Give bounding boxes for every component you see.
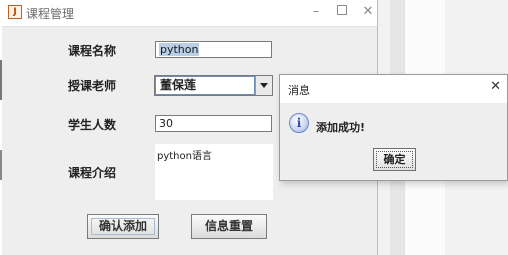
teacher-select[interactable]: 董保莲 bbox=[154, 75, 273, 96]
course-name-label: 课程名称 bbox=[68, 44, 117, 58]
reset-button[interactable]: 信息重置 bbox=[191, 214, 267, 239]
student-count-input[interactable]: 30 bbox=[155, 115, 272, 132]
close-button[interactable]: ✕ bbox=[356, 2, 380, 22]
confirm-add-label: 确认添加 bbox=[98, 219, 147, 233]
dialog-message: 添加成功! bbox=[316, 121, 366, 134]
student-count-value: 30 bbox=[159, 117, 173, 130]
minimize-button[interactable]: – bbox=[304, 2, 328, 22]
dialog-close-icon[interactable]: ✕ bbox=[490, 79, 501, 94]
title-bar[interactable]: J 课程管理 – ✕ bbox=[2, 0, 377, 27]
reset-label: 信息重置 bbox=[204, 219, 253, 233]
intro-label: 课程介绍 bbox=[68, 166, 117, 180]
window-title: 课程管理 bbox=[26, 7, 75, 21]
maximize-icon bbox=[337, 5, 347, 15]
minimize-icon: – bbox=[312, 4, 320, 19]
intro-value: python语言 bbox=[157, 151, 212, 162]
course-name-input[interactable]: python bbox=[155, 41, 272, 58]
teacher-select-value: 董保莲 bbox=[155, 76, 255, 95]
dialog-title: 消息 bbox=[288, 84, 310, 97]
ok-button[interactable]: 确定 bbox=[373, 148, 416, 171]
focus-ring bbox=[376, 151, 413, 168]
dialog-title-bar[interactable]: 消息 ✕ bbox=[280, 75, 507, 103]
confirm-add-button[interactable]: 确认添加 bbox=[87, 214, 159, 239]
teacher-label: 授课老师 bbox=[68, 79, 117, 93]
java-app-icon: J bbox=[8, 5, 22, 19]
course-name-value: python bbox=[159, 43, 200, 56]
info-icon: i bbox=[289, 113, 309, 133]
message-dialog: 消息 ✕ i 添加成功! 确定 bbox=[279, 74, 508, 181]
chevron-down-icon[interactable] bbox=[255, 76, 272, 95]
intro-textarea[interactable]: python语言 bbox=[155, 144, 273, 200]
maximize-button[interactable] bbox=[330, 2, 354, 22]
close-icon: ✕ bbox=[362, 4, 374, 19]
student-count-label: 学生人数 bbox=[68, 118, 117, 132]
